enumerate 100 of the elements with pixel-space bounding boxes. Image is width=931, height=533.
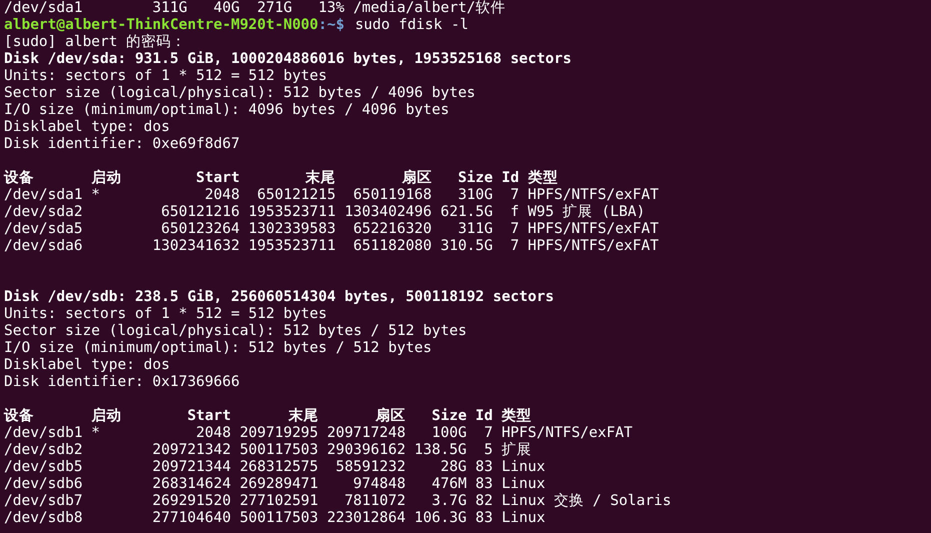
table-cell: 1302339583 <box>248 221 336 238</box>
table-cell: /dev/sda5 <box>4 221 83 238</box>
disk-info-line: Units: sectors of 1 * 512 = 512 bytes <box>4 68 328 85</box>
table-cell: 1302341632 <box>152 238 240 255</box>
column-header: 设备 <box>4 170 34 187</box>
table-cell: Linux <box>502 459 546 476</box>
disk-info-line: Disklabel type: dos <box>4 119 171 136</box>
column-header: 扇区 <box>402 170 432 187</box>
table-cell: 650121216 <box>161 204 240 221</box>
table-cell: 277102591 <box>240 493 318 510</box>
disk-info-line: Disk identifier: 0xe69f8d67 <box>4 136 241 153</box>
column-header: Size <box>458 170 493 187</box>
table-cell: 83 <box>475 476 493 493</box>
table-cell: 500117503 <box>240 510 318 527</box>
table-cell: 7 <box>510 238 520 255</box>
table-cell: 311G <box>458 221 493 238</box>
table-cell: 476M <box>432 476 467 493</box>
table-cell: 2048 <box>204 187 240 204</box>
table-cell: 621.5G <box>440 204 493 221</box>
column-header: Id <box>502 170 520 187</box>
table-cell: 扩展 <box>502 442 532 459</box>
disk-summary: Disk /dev/sda: 931.5 GiB, 1000204886016 bytes, 1953525168 sectors <box>4 51 572 68</box>
table-cell: /dev/sdb1 <box>4 425 83 442</box>
table-cell: /dev/sda6 <box>4 238 83 255</box>
disk-info-line: Sector size (logical/physical): 512 bytes / 512 bytes <box>4 323 468 340</box>
table-cell: 209719295 <box>240 425 318 442</box>
table-cell: 1953523711 <box>248 204 336 221</box>
table-cell: HPFS/NTFS/exFAT <box>528 221 659 238</box>
column-header: 启动 <box>91 408 122 425</box>
table-cell-text: HPFS/NTFS/exFAT <box>528 187 659 204</box>
table-cell: HPFS/NTFS/exFAT <box>528 238 659 255</box>
command-text: sudo fdisk -l <box>354 17 468 33</box>
table-cell: 209717248 <box>326 425 406 442</box>
output-line: /dev/sda1 311G 40G 271G 13% /media/albert/软件 <box>4 0 506 17</box>
disk-summary: Disk /dev/sdb: 238.5 GiB, 256060514304 bytes, 500118192 sectors <box>4 289 555 306</box>
column-header: Id <box>475 408 493 425</box>
table-cell: 310.5G <box>440 238 493 255</box>
table-cell: 500117503 <box>240 442 318 459</box>
table-cell: 310G <box>458 187 493 204</box>
table-cell: /dev/sda1 <box>4 187 83 204</box>
table-cell: 7811072 <box>344 493 406 510</box>
table-cell: 651182080 <box>353 238 432 255</box>
table-cell: 650123264 <box>161 221 240 238</box>
table-cell: 100G <box>432 425 467 442</box>
table-cell: /dev/sdb6 <box>4 476 83 493</box>
table-cell: f <box>510 204 520 221</box>
table-cell: 82 <box>475 493 493 510</box>
disk-info-line: Disk identifier: 0x17369666 <box>4 374 241 391</box>
disk-info-line: I/O size (minimum/optimal): 512 bytes / 512 bytes <box>4 340 433 357</box>
password-prompt: [sudo] albert 的密码： <box>4 34 188 51</box>
table-cell: 277104640 <box>152 510 231 527</box>
table-cell: 83 <box>475 459 493 476</box>
table-cell: 106.3G <box>414 510 467 527</box>
column-header: Size <box>432 408 467 425</box>
table-cell: 7 <box>510 221 520 238</box>
column-header: 启动 <box>91 170 122 187</box>
table-cell: 290396162 <box>326 442 406 459</box>
table-cell: 28G <box>440 459 467 476</box>
table-cell: Linux <box>502 476 546 493</box>
table-cell: /dev/sdb8 <box>4 510 83 527</box>
column-header: 末尾 <box>306 170 336 187</box>
table-cell: W95 扩展 (LBA) <box>528 204 646 221</box>
table-cell: 268312575 <box>240 459 318 476</box>
column-header: 末尾 <box>288 408 318 425</box>
column-header: 类型 <box>502 408 532 425</box>
table-cell: 269289471 <box>240 476 318 493</box>
table-cell: 652216320 <box>353 221 432 238</box>
disk-info-line: Units: sectors of 1 * 512 = 512 bytes <box>4 306 328 323</box>
prompt-user-host: albert@albert-ThinkCentre-M920t-N000 <box>4 17 318 33</box>
table-cell: 83 <box>475 510 493 527</box>
table-cell: 1303402496 <box>344 204 432 221</box>
table-cell: /dev/sdb5 <box>4 459 83 476</box>
table-cell: 7 <box>510 187 520 204</box>
column-header: Start <box>187 408 231 425</box>
table-cell: * <box>91 425 100 442</box>
table-cell: 1953523711 <box>248 238 336 255</box>
table-cell: 223012864 <box>326 510 406 527</box>
table-cell: 974848 <box>353 476 406 493</box>
column-header: 类型 <box>528 170 558 187</box>
table-cell: Linux <box>502 510 546 527</box>
table-cell: /dev/sda2 <box>4 204 83 221</box>
table-cell: 269291520 <box>152 493 231 510</box>
table-cell: 138.5G <box>414 442 467 459</box>
column-header: 扇区 <box>376 408 406 425</box>
table-cell: * <box>91 187 100 204</box>
table-cell: 3.7G <box>432 493 467 510</box>
table-cell: 58591232 <box>336 459 406 476</box>
table-cell: Linux 交换 / Solaris <box>502 493 672 510</box>
table-cell: 650119168 <box>353 187 432 204</box>
table-cell: 7 <box>484 425 493 442</box>
table-cell: 209721344 <box>152 459 231 476</box>
column-header: 设备 <box>4 408 34 425</box>
disk-info-line: Disklabel type: dos <box>4 357 171 374</box>
table-cell: 268314624 <box>152 476 231 493</box>
table-cell: 2048 <box>196 425 231 442</box>
table-cell: /dev/sdb2 <box>4 442 83 459</box>
column-header: Start <box>196 170 240 187</box>
table-cell-text: HPFS/NTFS/exFAT <box>502 425 633 442</box>
table-cell: 5 <box>484 442 493 459</box>
prompt-path: :~$ <box>318 17 344 33</box>
